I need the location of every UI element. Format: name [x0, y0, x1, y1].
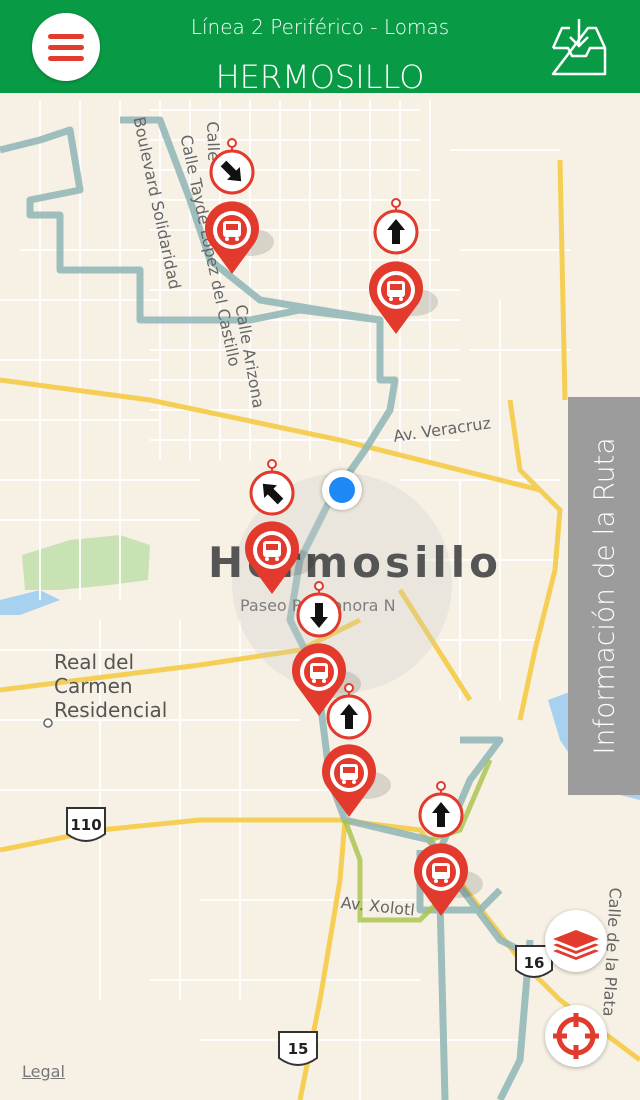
hamburger-menu-icon-bar	[48, 45, 84, 50]
bus-stop-marker-icon[interactable]	[245, 521, 314, 594]
direction-arrow-icon	[373, 198, 419, 255]
bus-stop-marker-icon[interactable]	[322, 744, 391, 817]
download-tray-icon	[551, 19, 607, 76]
city-title: HERMOSILLO	[215, 58, 425, 96]
layers-icon	[553, 930, 599, 960]
app-header: Línea 2 Periférico - Lomas HERMOSILLO	[0, 0, 640, 96]
bus-stop-marker-icon[interactable]	[369, 261, 438, 334]
stop-markers-layer	[204, 138, 483, 916]
bus-stop-marker-icon[interactable]	[204, 201, 274, 274]
route-info-tab[interactable]: Información de la Ruta	[568, 397, 640, 795]
direction-arrow-icon	[249, 459, 295, 516]
route-title: Línea 2 Periférico - Lomas	[190, 15, 450, 39]
route-info-label: Información de la Ruta	[587, 437, 621, 755]
direction-arrow-icon	[418, 781, 464, 838]
crosshair-icon	[553, 1013, 599, 1059]
download-button[interactable]	[548, 16, 610, 78]
locate-me-button[interactable]	[545, 1005, 607, 1067]
layers-button[interactable]	[545, 910, 607, 972]
bus-stop-marker-icon[interactable]	[413, 843, 483, 916]
direction-arrow-icon	[296, 581, 342, 638]
direction-arrow-icon	[209, 138, 255, 195]
legal-link[interactable]: Legal	[22, 1062, 65, 1081]
route-map[interactable]: Boulevard Solidaridad Calle Tayde López …	[0, 93, 640, 1100]
